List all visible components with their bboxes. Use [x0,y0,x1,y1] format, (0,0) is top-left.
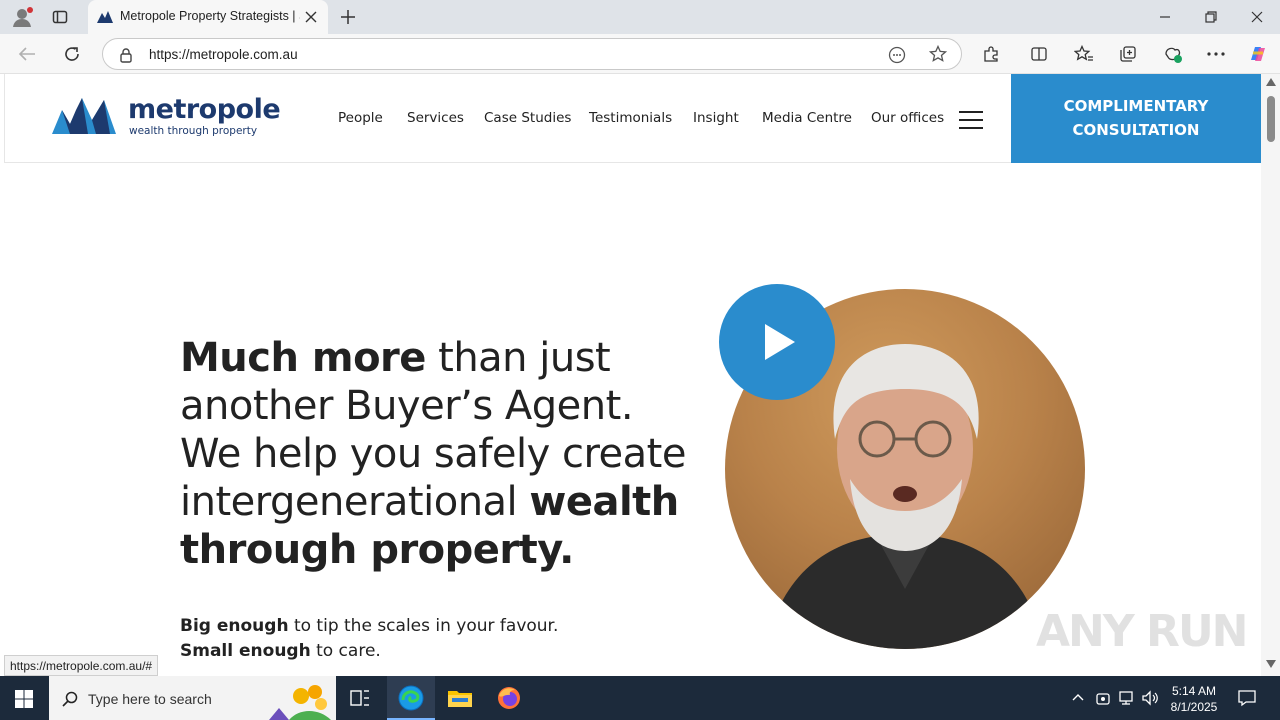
browser-tab-bar: Metropole Property Strategists | S [0,0,1280,34]
headline-bold-1: Much more [180,335,426,381]
more-options-icon[interactable] [1207,52,1225,56]
nav-people[interactable]: People [338,110,383,126]
system-clock[interactable]: 5:14 AM 8/1/2025 [1166,683,1222,715]
page-scrollbar[interactable] [1261,74,1280,676]
reading-mode-icon[interactable] [888,46,906,64]
play-video-button[interactable] [719,284,835,400]
profile-icon[interactable] [12,6,34,28]
meet-now-icon[interactable] [1096,690,1110,706]
nav-our-offices[interactable]: Our offices [871,110,944,126]
metropole-logo-icon[interactable] [52,96,116,134]
browser-toolbar: https://metropole.com.au [0,34,1280,74]
search-icon [62,691,78,707]
windows-taskbar: Type here to search 5:14 AM 8/1/2025 [0,676,1280,720]
anyrun-watermark: ANY RUN [1036,606,1248,657]
web-page: metropole wealth through property People… [0,74,1280,676]
close-tab-icon[interactable] [305,11,317,23]
nav-testimonials[interactable]: Testimonials [589,110,672,126]
hero-headline: Much more than just another Buyer’s Agen… [180,334,700,574]
tab-actions-icon[interactable] [52,9,68,25]
minimize-icon[interactable] [1158,10,1172,24]
restore-icon[interactable] [1204,10,1218,24]
split-screen-icon[interactable] [1030,45,1048,63]
favorites-icon[interactable] [1074,45,1094,63]
active-tab[interactable]: Metropole Property Strategists | S [88,0,328,34]
status-bar-url: https://metropole.com.au/# [4,655,159,676]
hamburger-menu-icon[interactable] [958,110,984,130]
favorite-star-icon[interactable] [929,45,947,63]
nav-case-studies[interactable]: Case Studies [484,110,571,126]
notifications-icon[interactable] [1238,689,1256,707]
nav-media-centre[interactable]: Media Centre [762,110,852,126]
scroll-down-icon[interactable] [1266,660,1276,668]
network-icon[interactable] [1118,690,1134,706]
taskbar-search-box[interactable]: Type here to search [49,676,336,720]
tab-title: Metropole Property Strategists | S [120,9,300,23]
task-view-icon[interactable] [350,689,370,707]
sub2-bold: Small enough [180,641,311,661]
cta-line-2: CONSULTATION [1072,121,1200,139]
firefox-icon[interactable] [497,686,521,710]
extensions-icon[interactable] [982,45,1000,63]
sub2-normal: to care. [310,641,381,661]
search-placeholder: Type here to search [88,691,212,707]
lock-icon[interactable] [119,47,133,63]
sub1-bold: Big enough [180,616,289,636]
scroll-up-icon[interactable] [1266,78,1276,86]
brand-tagline: wealth through property [129,125,258,137]
back-icon[interactable] [18,46,36,62]
refresh-icon[interactable] [63,45,81,63]
copilot-icon[interactable] [1247,43,1269,65]
show-hidden-icons-icon[interactable] [1072,693,1084,701]
windows-start-icon[interactable] [15,690,33,708]
cta-line-1: COMPLIMENTARY [1063,97,1209,115]
new-tab-icon[interactable] [340,9,356,25]
hero-subtext: Big enough to tip the scales in your fav… [180,614,558,664]
address-bar[interactable]: https://metropole.com.au [102,38,962,70]
volume-icon[interactable] [1142,690,1160,706]
complimentary-consultation-button[interactable]: COMPLIMENTARY CONSULTATION [1011,74,1261,163]
edge-taskbar-button[interactable] [387,676,435,720]
sub1-normal: to tip the scales in your favour. [288,616,559,636]
close-window-icon[interactable] [1250,10,1264,24]
browser-essentials-icon[interactable] [1163,44,1183,64]
url-text[interactable]: https://metropole.com.au [149,47,298,62]
file-explorer-icon[interactable] [448,688,472,708]
clock-date: 8/1/2025 [1170,700,1218,714]
edge-icon [398,685,424,711]
clock-time: 5:14 AM [1171,684,1217,698]
metropole-favicon-icon [97,11,113,23]
search-highlight-flowers-icon [259,682,335,720]
play-icon [765,324,795,360]
nav-insight[interactable]: Insight [693,110,739,126]
collections-icon[interactable] [1119,45,1137,63]
scroll-thumb[interactable] [1267,96,1275,142]
brand-name[interactable]: metropole [128,94,281,125]
nav-services[interactable]: Services [407,110,464,126]
